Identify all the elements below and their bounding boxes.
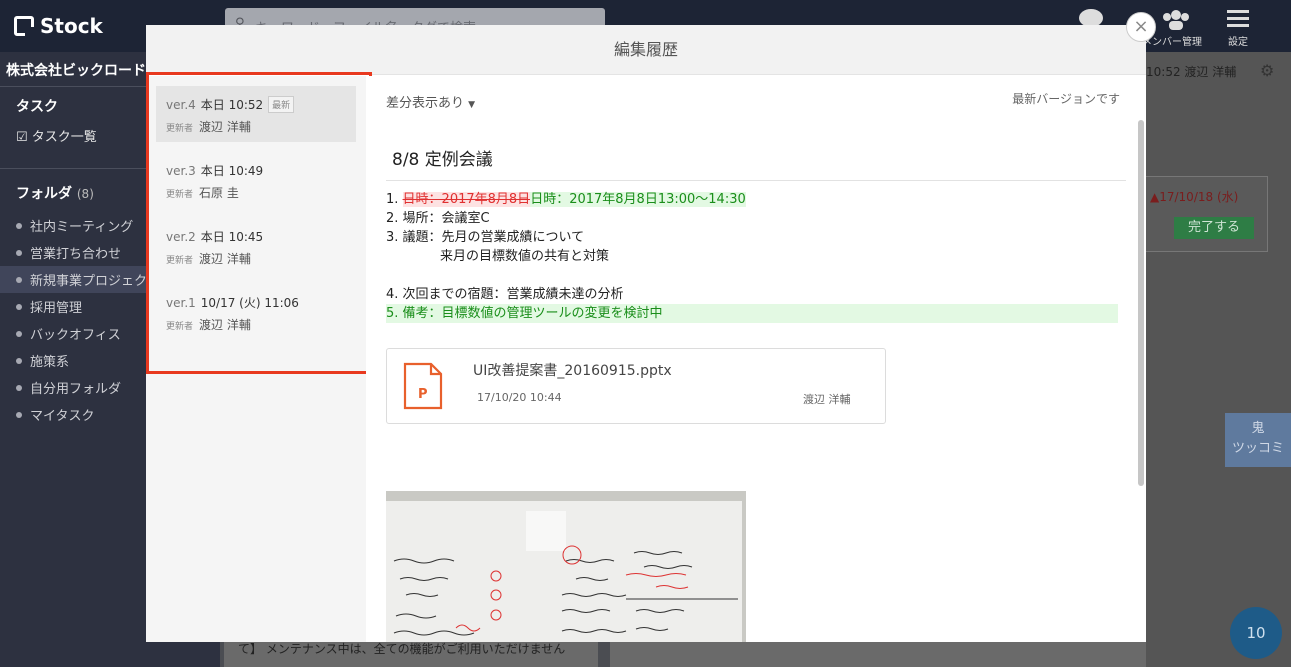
members-button[interactable]: メンバー管理 xyxy=(1142,8,1202,48)
divider xyxy=(0,168,146,169)
task-header: タスク xyxy=(16,99,58,115)
latest-version-note: 最新バージョンです xyxy=(1012,92,1120,106)
folder-count: (8) xyxy=(76,187,94,201)
attachment-name: UI改善提案書_20160915.pptx xyxy=(473,363,672,379)
stock-logo[interactable]: Stock xyxy=(14,14,103,38)
divider xyxy=(0,86,146,87)
members-icon xyxy=(1163,10,1189,30)
updater-label: 更新者 xyxy=(166,256,194,266)
attachment-date: 17/10/20 10:44 xyxy=(477,391,562,404)
doc-line: 来月の目標数値の共有と対策 xyxy=(440,249,610,264)
doc-line: 2. 場所：会議室C xyxy=(386,211,490,226)
updater-label: 更新者 xyxy=(166,322,194,332)
note-meta: 10:52 渡辺 洋輔 xyxy=(1146,65,1237,79)
notification-badge[interactable]: 10 xyxy=(1230,607,1282,659)
scrollbar[interactable] xyxy=(1138,120,1144,486)
hamburger-icon xyxy=(1227,10,1249,27)
logo-text: Stock xyxy=(40,14,103,38)
version-number: ver.1 xyxy=(166,295,196,310)
oni-tsukkomi-button[interactable]: 鬼 ツッコミ xyxy=(1225,413,1291,467)
version-number: ver.4 xyxy=(166,97,196,112)
updater-label: 更新者 xyxy=(166,190,194,200)
folder-header: フォルダ (8) xyxy=(16,183,94,203)
attachment-author: 渡辺 洋輔 xyxy=(803,393,851,406)
pptx-file-icon: P xyxy=(403,362,443,410)
doc-line: 1. 日時：2017年8月8日日時：2017年8月8日13:00〜14:30 xyxy=(386,192,746,207)
version-time: 本日 10:49 xyxy=(200,164,264,178)
whiteboard-photo[interactable] xyxy=(386,491,746,642)
edit-history-modal: 編集履歴 ver.4 本日 10:52 最新 更新者 渡辺 洋輔 ver.3 本日… xyxy=(146,25,1146,642)
close-modal-button[interactable]: × xyxy=(1126,12,1156,42)
latest-badge: 最新 xyxy=(268,96,295,113)
warning-icon: ▲ xyxy=(1150,190,1160,204)
inserted-text: 日時：2017年8月8日13:00〜14:30 xyxy=(530,192,746,207)
version-list: ver.4 本日 10:52 最新 更新者 渡辺 洋輔 ver.3 本日 10:4… xyxy=(146,72,372,642)
task-list-link[interactable]: ☑ タスク一覧 xyxy=(16,126,97,145)
folder-header-label: フォルダ xyxy=(16,186,72,202)
version-item[interactable]: ver.1 10/17 (火) 11:06 更新者 渡辺 洋輔 xyxy=(156,284,356,340)
checkbox-icon: ☑ xyxy=(16,130,28,145)
version-time: 本日 10:45 xyxy=(200,230,264,244)
diff-toggle-dropdown[interactable]: 差分表示あり ▼ xyxy=(386,92,475,111)
doc-line: 3. 議題：先月の営業成績について xyxy=(386,230,585,245)
version-item[interactable]: ver.3 本日 10:49 更新者 石原 圭 xyxy=(156,152,356,208)
doc-line-empty xyxy=(386,266,1118,285)
version-time: 10/17 (火) 11:06 xyxy=(200,296,299,310)
deleted-text: 日時：2017年8月8日 xyxy=(402,192,531,207)
version-time: 本日 10:52 xyxy=(200,98,264,112)
divider xyxy=(386,180,1126,181)
version-item[interactable]: ver.4 本日 10:52 最新 更新者 渡辺 洋輔 xyxy=(156,86,356,142)
stock-logo-icon xyxy=(14,16,34,36)
updater-name: 石原 圭 xyxy=(199,186,239,200)
complete-task-button[interactable]: 完了する xyxy=(1174,217,1254,239)
document-title: 8/8 定例会議 xyxy=(392,150,493,170)
version-item[interactable]: ver.2 本日 10:45 更新者 渡辺 洋輔 xyxy=(156,218,356,274)
modal-title: 編集履歴 xyxy=(146,25,1146,75)
updater-name: 渡辺 洋輔 xyxy=(199,252,251,266)
close-icon: × xyxy=(1133,16,1149,37)
gear-icon[interactable]: ⚙ xyxy=(1260,61,1274,80)
version-number: ver.3 xyxy=(166,163,196,178)
settings-label: 設定 xyxy=(1228,37,1248,48)
task-list-label: タスク一覧 xyxy=(31,130,97,145)
updater-name: 渡辺 洋輔 xyxy=(199,318,251,332)
updater-label: 更新者 xyxy=(166,124,194,134)
version-number: ver.2 xyxy=(166,229,196,244)
updater-name: 渡辺 洋輔 xyxy=(199,120,251,134)
detail-pane xyxy=(1146,52,1291,667)
svg-text:P: P xyxy=(418,387,428,402)
caret-down-icon: ▼ xyxy=(468,100,476,110)
attachment-card[interactable]: P UI改善提案書_20160915.pptx 17/10/20 10:44 渡… xyxy=(386,348,886,424)
document-body: 1. 日時：2017年8月8日日時：2017年8月8日13:00〜14:30 2… xyxy=(386,190,1118,323)
settings-button[interactable]: 設定 xyxy=(1226,8,1250,48)
inserted-line: 5. 備考：目標数値の管理ツールの変更を検討中 xyxy=(386,304,1118,323)
task-due-date: ▲17/10/18 (水) xyxy=(1150,190,1239,204)
company-name[interactable]: 株式会社ビックロード xyxy=(6,60,146,80)
diff-toggle-label: 差分表示あり xyxy=(386,96,465,111)
doc-line: 4. 次回までの宿題：営業成績未達の分析 xyxy=(386,287,624,302)
version-content: 差分表示あり ▼ 最新バージョンです 8/8 定例会議 1. 日時：2017年8… xyxy=(366,76,1146,642)
